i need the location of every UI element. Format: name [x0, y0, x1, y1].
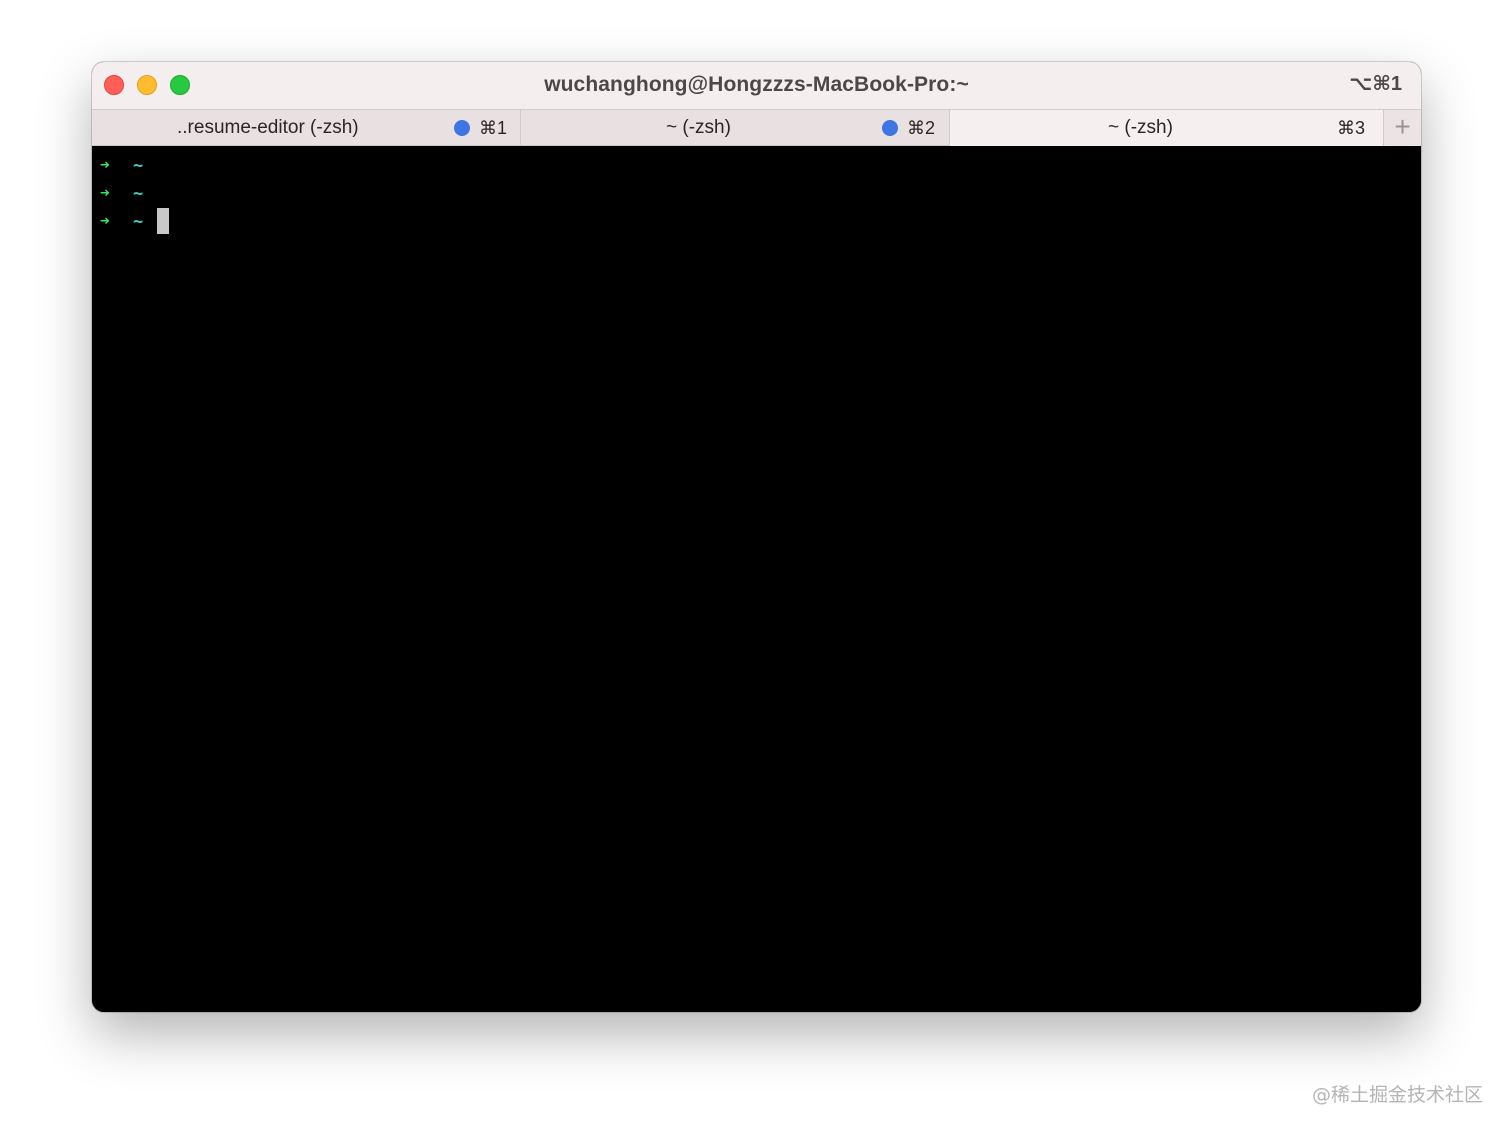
tab-label: ~ (-zsh)	[1108, 117, 1173, 138]
title-bar[interactable]: wuchanghong@Hongzzzs-MacBook-Pro:~ ⌥⌘1	[92, 62, 1421, 109]
prompt-directory: ~	[133, 184, 144, 204]
tab-label: ~ (-zsh)	[666, 117, 731, 138]
terminal-window: wuchanghong@Hongzzzs-MacBook-Pro:~ ⌥⌘1 .…	[92, 62, 1421, 1012]
prompt-arrow: ➜	[100, 183, 110, 202]
window-title: wuchanghong@Hongzzzs-MacBook-Pro:~	[544, 73, 969, 96]
prompt-line: ➜ ~	[92, 180, 392, 208]
tab-home-3[interactable]: ~ (-zsh) ⌘3	[950, 110, 1383, 146]
text-cursor	[157, 208, 169, 234]
tab-resume-editor[interactable]: ..resume-editor (-zsh) ⌘1	[92, 110, 521, 146]
prompt-arrow: ➜	[100, 211, 110, 230]
activity-dot-icon	[454, 120, 470, 136]
plus-icon[interactable]: +	[1383, 110, 1421, 146]
activity-dot-icon	[882, 120, 898, 136]
watermark: @稀土掘金技术社区	[1311, 1084, 1483, 1106]
prompt-line: ➜ ~	[92, 152, 392, 180]
terminal-output[interactable]: ➜ ~ ➜ ~ ➜ ~	[92, 146, 1421, 1012]
tab-shortcut: ⌘2	[907, 118, 936, 138]
prompt-line: ➜ ~	[92, 208, 392, 236]
tab-bar: ..resume-editor (-zsh) ⌘1 ~ (-zsh) ⌘2 ~ …	[92, 109, 1421, 146]
tab-shortcut: ⌘1	[479, 118, 508, 138]
tab-home-2[interactable]: ~ (-zsh) ⌘2	[521, 110, 950, 146]
tab-shortcut: ⌘3	[1337, 118, 1366, 138]
prompt-directory: ~	[133, 156, 144, 176]
window-shortcut: ⌥⌘1	[1349, 73, 1402, 95]
prompt-arrow: ➜	[100, 155, 110, 174]
prompt-directory: ~	[133, 212, 144, 232]
tab-label: ..resume-editor (-zsh)	[177, 117, 359, 138]
